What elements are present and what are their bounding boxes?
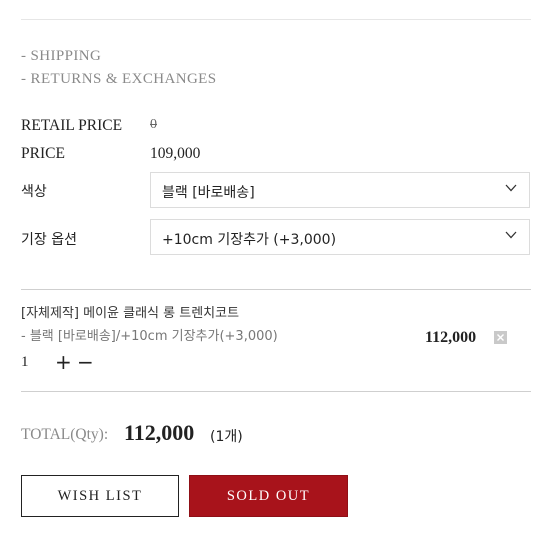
shipping-link[interactable]: - SHIPPING — [21, 48, 101, 65]
top-divider — [21, 19, 531, 20]
total-quantity-count: (1개) — [210, 429, 243, 445]
length-option-label: 기장 옵션 — [21, 232, 77, 248]
cart-item-price: 112,000 — [425, 329, 477, 346]
chevron-down-icon — [505, 231, 517, 239]
length-select[interactable]: +10cm 기장추가 (+3,000) — [150, 219, 530, 255]
cart-bottom-divider — [21, 391, 531, 392]
color-select[interactable]: 블랙 [바로배송] — [150, 172, 530, 208]
retail-price-value: 0 — [150, 117, 157, 132]
chevron-down-icon — [505, 184, 517, 192]
quantity-increase-button[interactable]: + — [55, 352, 72, 372]
total-amount: 112,000 — [124, 420, 195, 445]
remove-item-button[interactable] — [494, 331, 507, 344]
total-label: TOTAL(Qty): — [21, 426, 109, 443]
cart-top-divider — [21, 289, 531, 290]
wish-list-button[interactable]: WISH LIST — [21, 475, 179, 517]
retail-price-label: RETAIL PRICE — [21, 117, 123, 134]
color-option-label: 색상 — [21, 184, 47, 200]
returns-exchanges-link[interactable]: - RETURNS & EXCHANGES — [21, 71, 217, 88]
quantity-decrease-button[interactable]: − — [77, 352, 94, 372]
color-select-value: 블랙 [바로배송] — [162, 185, 255, 201]
quantity-value[interactable]: 1 — [21, 354, 29, 371]
sold-out-button[interactable]: SOLD OUT — [189, 475, 348, 517]
close-icon — [497, 334, 504, 341]
cart-item-name: [자체제작] 메이윤 클래식 롱 트렌치코트 — [21, 306, 240, 321]
price-label: PRICE — [21, 145, 65, 162]
price-value: 109,000 — [150, 145, 201, 162]
cart-item-option: - 블랙 [바로배송]/+10cm 기장추가(+3,000) — [21, 329, 278, 344]
length-select-value: +10cm 기장추가 (+3,000) — [162, 232, 337, 248]
